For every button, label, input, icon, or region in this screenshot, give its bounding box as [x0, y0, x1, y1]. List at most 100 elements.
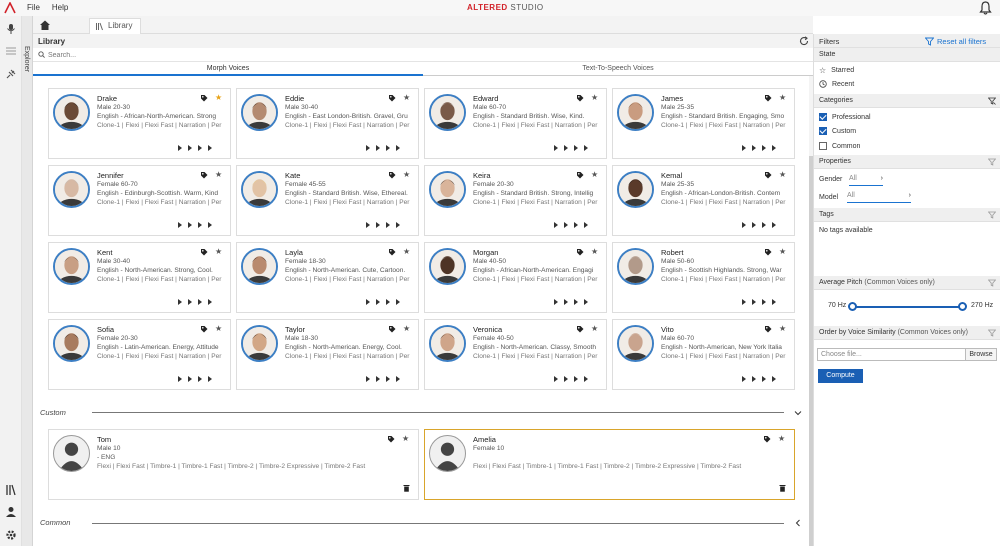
play-icon[interactable] — [742, 376, 746, 382]
play-icon[interactable] — [742, 222, 746, 228]
play-icon[interactable] — [396, 222, 400, 228]
star-icon[interactable]: ★ — [591, 324, 598, 333]
play-icon[interactable] — [386, 145, 390, 151]
play-icon[interactable] — [762, 299, 766, 305]
star-icon[interactable]: ★ — [779, 170, 786, 179]
play-icon[interactable] — [366, 299, 370, 305]
star-icon[interactable]: ★ — [591, 170, 598, 179]
voice-card[interactable]: Morgan Male 40-50 English - African-North-… — [424, 242, 607, 313]
star-icon[interactable]: ★ — [591, 247, 598, 256]
play-icon[interactable] — [564, 299, 568, 305]
refresh-icon[interactable] — [799, 36, 809, 46]
voice-card[interactable]: Vito Male 60-70 English - North-American, … — [612, 319, 795, 390]
tag-icon[interactable] — [764, 171, 772, 179]
tag-icon[interactable] — [387, 435, 395, 443]
tag-icon[interactable] — [764, 325, 772, 333]
play-icon[interactable] — [366, 145, 370, 151]
custom-voice-card[interactable]: Tom Male 10 - ENG Flexi | Flexi Fast | Timb… — [48, 429, 419, 500]
chevron-left-icon[interactable] — [794, 519, 802, 527]
tag-icon[interactable] — [576, 248, 584, 256]
filter-icon[interactable] — [988, 279, 996, 287]
star-icon[interactable]: ★ — [215, 324, 222, 333]
play-icon[interactable] — [178, 222, 182, 228]
play-icon[interactable] — [564, 222, 568, 228]
play-icon[interactable] — [376, 299, 380, 305]
play-icon[interactable] — [564, 376, 568, 382]
play-icon[interactable] — [752, 376, 756, 382]
file-input[interactable]: Choose file... — [817, 348, 966, 361]
play-icon[interactable] — [396, 299, 400, 305]
play-icon[interactable] — [386, 376, 390, 382]
trash-icon[interactable] — [403, 484, 410, 492]
bell-icon[interactable] — [979, 1, 992, 15]
play-icon[interactable] — [772, 299, 776, 305]
play-icon[interactable] — [762, 376, 766, 382]
play-icon[interactable] — [554, 299, 558, 305]
play-icon[interactable] — [366, 376, 370, 382]
plugin-icon[interactable] — [5, 68, 17, 80]
checkbox-professional[interactable]: Professional — [819, 113, 871, 121]
play-icon[interactable] — [178, 376, 182, 382]
tab-library[interactable]: Library — [89, 18, 142, 34]
gender-select[interactable]: All › — [849, 175, 883, 186]
play-icon[interactable] — [198, 376, 202, 382]
tag-icon[interactable] — [764, 248, 772, 256]
voice-card[interactable]: Drake Male 20-30 English - African-North-A… — [48, 88, 231, 159]
voice-card[interactable]: Layla Female 18-30 English - North-America… — [236, 242, 419, 313]
filter-icon[interactable] — [988, 211, 996, 219]
star-icon[interactable]: ★ — [215, 247, 222, 256]
menu-lines-icon[interactable] — [5, 45, 17, 57]
play-icon[interactable] — [208, 376, 212, 382]
pitch-min-handle[interactable] — [848, 302, 857, 311]
play-icon[interactable] — [386, 222, 390, 228]
play-icon[interactable] — [178, 299, 182, 305]
play-icon[interactable] — [208, 299, 212, 305]
play-icon[interactable] — [198, 299, 202, 305]
voice-card[interactable]: Edward Male 60-70 English - Standard Briti… — [424, 88, 607, 159]
checkbox[interactable] — [819, 142, 827, 150]
play-icon[interactable] — [564, 145, 568, 151]
play-icon[interactable] — [584, 376, 588, 382]
tag-icon[interactable] — [388, 248, 396, 256]
explorer-panel-toggle[interactable]: Explorer — [22, 16, 33, 546]
play-icon[interactable] — [396, 145, 400, 151]
voice-card[interactable]: Eddie Male 30-40 English - East London-Bri… — [236, 88, 419, 159]
play-icon[interactable] — [396, 376, 400, 382]
star-icon[interactable]: ★ — [403, 93, 410, 102]
star-icon[interactable]: ★ — [403, 247, 410, 256]
play-icon[interactable] — [188, 376, 192, 382]
play-icon[interactable] — [188, 145, 192, 151]
play-icon[interactable] — [574, 145, 578, 151]
user-icon[interactable] — [5, 506, 17, 518]
play-icon[interactable] — [772, 222, 776, 228]
clear-filter-icon[interactable] — [988, 97, 996, 105]
play-icon[interactable] — [584, 222, 588, 228]
pitch-slider-track[interactable] — [852, 306, 964, 308]
play-icon[interactable] — [762, 145, 766, 151]
trash-icon[interactable] — [779, 484, 786, 492]
play-icon[interactable] — [752, 145, 756, 151]
play-icon[interactable] — [198, 145, 202, 151]
voice-card[interactable]: James Male 25-35 English - Standard Britis… — [612, 88, 795, 159]
tag-icon[interactable] — [763, 435, 771, 443]
play-icon[interactable] — [584, 299, 588, 305]
play-icon[interactable] — [584, 145, 588, 151]
play-icon[interactable] — [574, 376, 578, 382]
play-icon[interactable] — [752, 222, 756, 228]
checkbox[interactable] — [819, 113, 827, 121]
play-icon[interactable] — [554, 376, 558, 382]
play-icon[interactable] — [772, 145, 776, 151]
voice-card[interactable]: Kate Female 45-55 English - Standard Briti… — [236, 165, 419, 236]
star-icon[interactable]: ★ — [779, 93, 786, 102]
tab-text-to-speech-voices[interactable]: Text-To-Speech Voices — [423, 62, 813, 76]
microphone-icon[interactable] — [5, 23, 17, 35]
star-icon[interactable]: ★ — [215, 93, 222, 102]
play-icon[interactable] — [574, 299, 578, 305]
star-icon[interactable]: ★ — [779, 324, 786, 333]
play-icon[interactable] — [554, 222, 558, 228]
play-icon[interactable] — [554, 145, 558, 151]
play-icon[interactable] — [386, 299, 390, 305]
play-icon[interactable] — [188, 222, 192, 228]
checkbox-common[interactable]: Common — [819, 142, 860, 150]
library-icon[interactable] — [5, 484, 17, 496]
